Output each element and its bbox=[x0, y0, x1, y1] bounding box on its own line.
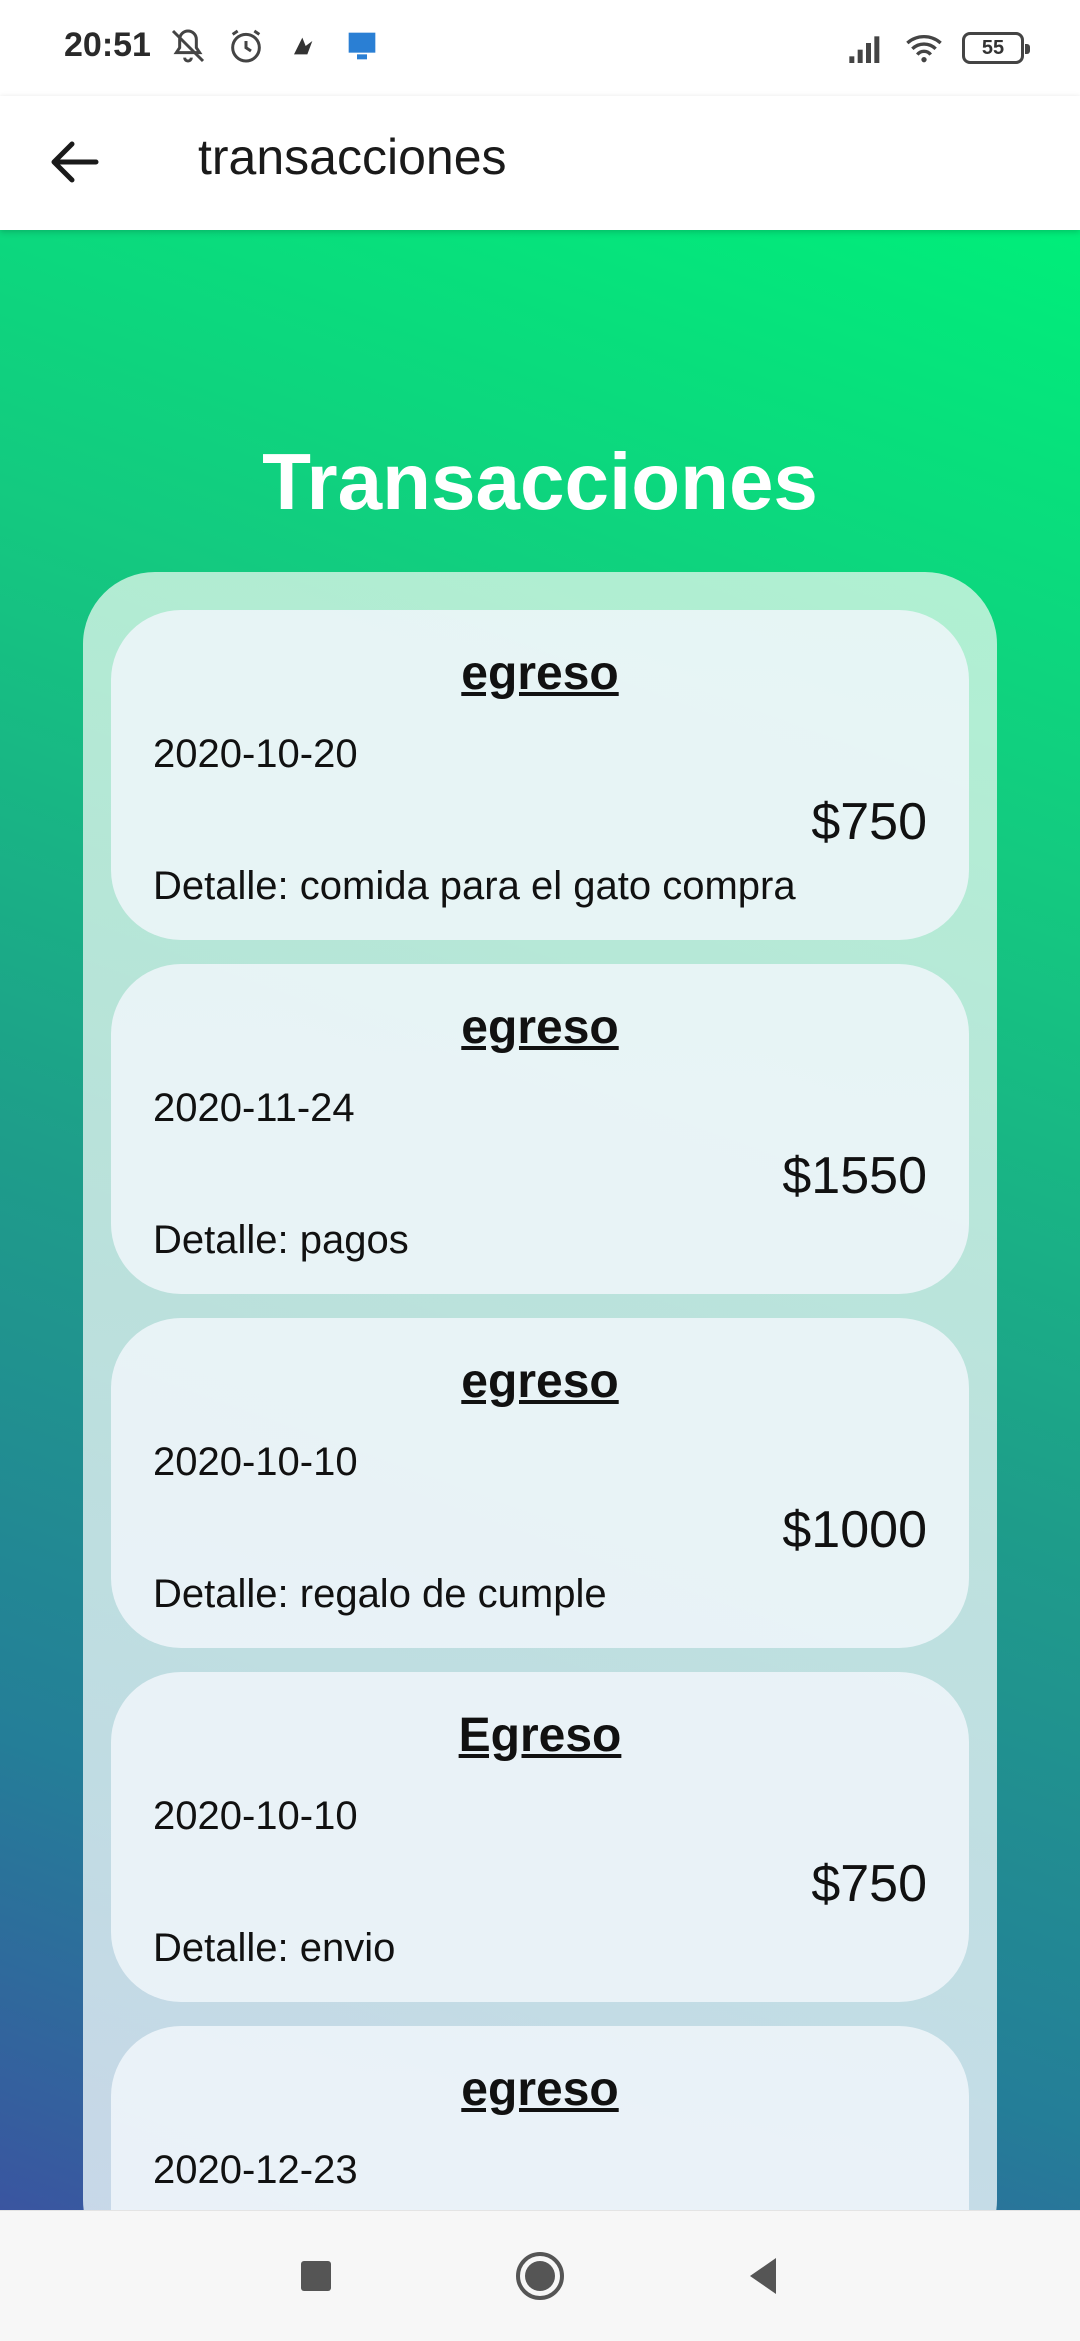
system-nav-bar bbox=[0, 2210, 1080, 2341]
detail-prefix: Detalle: bbox=[153, 864, 300, 908]
back-arrow-icon[interactable] bbox=[36, 122, 116, 202]
transaction-type: Egreso bbox=[458, 1709, 622, 1762]
transaction-date: 2020-10-20 bbox=[153, 732, 358, 776]
transaction-type: egreso bbox=[461, 2063, 619, 2116]
transactions-list[interactable]: egreso 2020-10-20 $750 Detalle: comida p… bbox=[83, 572, 997, 2210]
recents-square-icon[interactable] bbox=[286, 2246, 346, 2306]
app-bar-title: transacciones bbox=[198, 129, 507, 185]
transaction-detail: Detalle: pagos bbox=[153, 1218, 409, 1263]
battery-icon: 55 bbox=[962, 32, 1030, 64]
transaction-card[interactable]: egreso 2020-10-20 $750 Detalle: comida p… bbox=[111, 610, 969, 940]
transaction-date: 2020-10-10 bbox=[153, 1794, 358, 1838]
app-bar: transacciones bbox=[0, 96, 1080, 230]
detail-text: pagos bbox=[299, 1218, 409, 1262]
alarm-icon bbox=[231, 29, 261, 63]
transaction-date: 2020-12-23 bbox=[153, 2148, 358, 2192]
transaction-amount: $1000 bbox=[782, 1501, 927, 1559]
transaction-amount: $750 bbox=[811, 1855, 927, 1913]
transaction-card[interactable]: egreso 2020-11-24 $1550 Detalle: pagos bbox=[111, 964, 969, 1294]
transaction-date: 2020-11-24 bbox=[153, 1086, 355, 1130]
home-circle-icon[interactable] bbox=[510, 2246, 570, 2306]
content-area: Transacciones egreso 2020-10-20 $750 Det… bbox=[0, 230, 1080, 2210]
detail-prefix: Detalle: bbox=[153, 1572, 300, 1616]
transaction-detail: Detalle: envio bbox=[153, 1926, 395, 1971]
signal-icon bbox=[849, 36, 880, 63]
transaction-detail: Detalle: comida para el gato compra bbox=[153, 864, 796, 909]
transaction-date: 2020-10-10 bbox=[153, 1440, 358, 1484]
transaction-amount: $750 bbox=[811, 793, 927, 851]
transaction-card[interactable]: egreso 2020-12-23 bbox=[111, 2026, 969, 2210]
detail-text: envio bbox=[299, 1926, 396, 1970]
transaction-type: egreso bbox=[461, 647, 619, 700]
status-time: 20:51 bbox=[64, 26, 151, 64]
transaction-card[interactable]: Egreso 2020-10-10 $750 Detalle: envio bbox=[111, 1672, 969, 2002]
back-triangle-icon[interactable] bbox=[734, 2246, 794, 2306]
status-icons-left bbox=[168, 26, 382, 66]
detail-text: comida para el gato compra bbox=[299, 864, 796, 908]
detail-text: regalo de cumple bbox=[299, 1572, 607, 1616]
page-heading: Transacciones bbox=[262, 437, 818, 526]
bell-muted-icon bbox=[171, 29, 205, 63]
transaction-type: egreso bbox=[461, 1355, 619, 1408]
transaction-amount: $1550 bbox=[782, 1147, 927, 1205]
detail-prefix: Detalle: bbox=[153, 1218, 300, 1262]
monitor-icon bbox=[348, 32, 376, 60]
transaction-card[interactable]: egreso 2020-10-10 $1000 Detalle: regalo … bbox=[111, 1318, 969, 1648]
wifi-icon bbox=[906, 35, 942, 63]
status-icons-right: 55 bbox=[846, 28, 1030, 68]
detail-prefix: Detalle: bbox=[153, 1926, 300, 1970]
status-bar: 20:51 55 bbox=[0, 0, 1080, 96]
transaction-type: egreso bbox=[461, 1001, 619, 1054]
app-notification-icon bbox=[294, 37, 313, 55]
battery-level: 55 bbox=[981, 36, 1005, 59]
transaction-detail: Detalle: regalo de cumple bbox=[153, 1572, 607, 1617]
